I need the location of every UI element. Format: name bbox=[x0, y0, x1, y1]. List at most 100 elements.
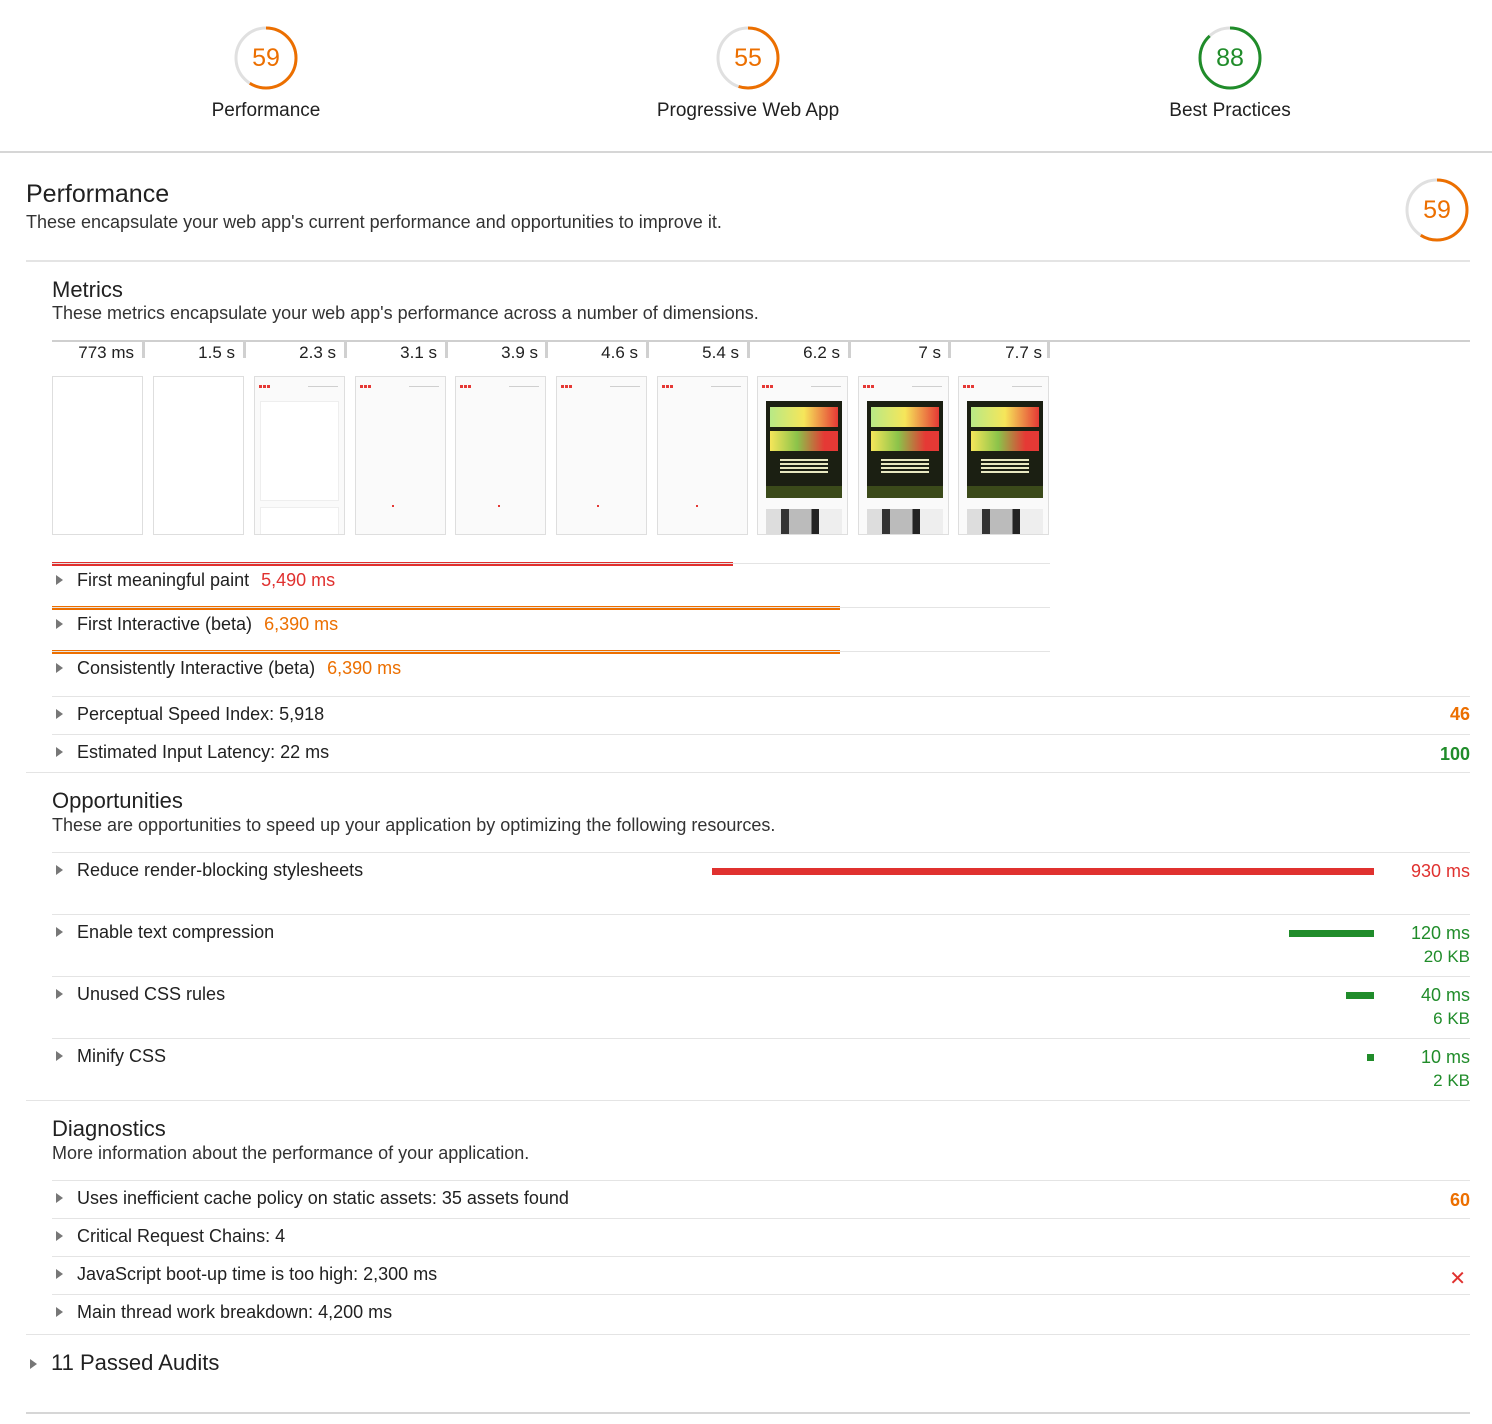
category-title: Performance bbox=[26, 180, 170, 208]
diagnostics-description: More information about the performance o… bbox=[52, 1143, 530, 1163]
divider bbox=[52, 1218, 1470, 1219]
score-gauge: 88 bbox=[1198, 26, 1262, 90]
metric-value: 5,490 ms bbox=[261, 570, 336, 590]
metrics-description: These metrics encapsulate your web app's… bbox=[52, 303, 759, 323]
divider bbox=[52, 914, 1470, 915]
score-label: Progressive Web App bbox=[656, 100, 840, 121]
opportunities-description: These are opportunities to speed up your… bbox=[52, 815, 776, 835]
filmstrip-frame bbox=[757, 376, 848, 535]
filmstrip-frame bbox=[254, 376, 345, 535]
metric-perceptual-speed-index[interactable]: Perceptual Speed Index: 5,918 bbox=[52, 704, 324, 725]
diagnostic-label: Critical Request Chains: 4 bbox=[77, 1226, 286, 1246]
score-gauge: 55 bbox=[716, 26, 780, 90]
divider bbox=[52, 607, 1050, 608]
opportunity-minify-css[interactable]: Minify CSS bbox=[52, 1046, 166, 1067]
diagnostic-critical-request-chains[interactable]: Critical Request Chains: 4 bbox=[52, 1226, 285, 1247]
divider bbox=[52, 651, 1050, 652]
metric-value: 6,390 ms bbox=[264, 614, 339, 634]
metric-consistently-interactive[interactable]: Consistently Interactive (beta) 6,390 ms bbox=[52, 658, 401, 679]
expand-arrow-icon[interactable] bbox=[56, 709, 63, 719]
metric-value: 6,390 ms bbox=[327, 658, 402, 678]
metric-score: 100 bbox=[1439, 744, 1470, 764]
opportunity-kb: 6 KB bbox=[1433, 1009, 1470, 1028]
expand-arrow-icon[interactable] bbox=[56, 663, 63, 673]
opportunity-render-blocking[interactable]: Reduce render-blocking stylesheets bbox=[52, 860, 363, 881]
frame-time: 6.2 s bbox=[803, 343, 840, 362]
expand-arrow-icon[interactable] bbox=[56, 1231, 63, 1241]
divider bbox=[26, 772, 1470, 773]
frame-time: 1.5 s bbox=[198, 343, 235, 362]
opportunity-label: Unused CSS rules bbox=[77, 984, 226, 1004]
score-label: Performance bbox=[211, 100, 321, 121]
expand-arrow-icon[interactable] bbox=[56, 989, 63, 999]
score-header: 59 Performance 55 Progressive Web App 88… bbox=[0, 0, 1492, 153]
score-best-practices[interactable]: 88 Best Practices bbox=[1080, 26, 1380, 122]
opportunity-ms: 40 ms bbox=[1420, 985, 1470, 1005]
divider bbox=[26, 1334, 1470, 1335]
opportunity-ms: 930 ms bbox=[1410, 861, 1470, 881]
divider bbox=[52, 696, 1470, 697]
score-pwa[interactable]: 55 Progressive Web App bbox=[598, 26, 898, 122]
opportunity-unused-css[interactable]: Unused CSS rules bbox=[52, 984, 225, 1005]
divider bbox=[26, 1412, 1470, 1414]
divider bbox=[52, 1256, 1470, 1257]
passed-audits-toggle[interactable]: 11 Passed Audits bbox=[26, 1350, 219, 1376]
diagnostic-label: JavaScript boot-up time is too high: 2,3… bbox=[77, 1264, 438, 1284]
expand-arrow-icon[interactable] bbox=[56, 865, 63, 875]
category-description: These encapsulate your web app's current… bbox=[26, 212, 722, 232]
divider bbox=[52, 976, 1470, 977]
diagnostic-cache-policy[interactable]: Uses inefficient cache policy on static … bbox=[52, 1188, 569, 1209]
score-label: Best Practices bbox=[1169, 100, 1291, 121]
expand-arrow-icon[interactable] bbox=[56, 619, 63, 629]
divider bbox=[52, 1180, 1470, 1181]
expand-arrow-icon[interactable] bbox=[56, 1193, 63, 1203]
frame-time: 7.7 s bbox=[1005, 343, 1042, 362]
fail-icon: ✕ bbox=[1449, 1268, 1466, 1290]
divider bbox=[52, 1038, 1470, 1039]
expand-arrow-icon[interactable] bbox=[56, 575, 63, 585]
diagnostic-main-thread[interactable]: Main thread work breakdown: 4,200 ms bbox=[52, 1302, 392, 1323]
filmstrip-frame bbox=[556, 376, 647, 535]
metric-first-meaningful-paint[interactable]: First meaningful paint 5,490 ms bbox=[52, 570, 335, 591]
frame-tick bbox=[646, 340, 649, 358]
category-score-value: 59 bbox=[1423, 196, 1451, 224]
opportunity-kb: 2 KB bbox=[1433, 1071, 1470, 1090]
score-performance[interactable]: 59 Performance bbox=[116, 26, 416, 122]
divider bbox=[52, 340, 1470, 342]
expand-arrow-icon[interactable] bbox=[30, 1359, 37, 1369]
expand-arrow-icon[interactable] bbox=[56, 747, 63, 757]
divider bbox=[26, 260, 1470, 262]
score-value: 88 bbox=[1216, 44, 1244, 72]
frame-time: 3.1 s bbox=[400, 343, 437, 362]
metric-label: First meaningful paint bbox=[77, 570, 250, 590]
filmstrip-frame bbox=[153, 376, 244, 535]
expand-arrow-icon[interactable] bbox=[56, 927, 63, 937]
filmstrip-frame bbox=[52, 376, 143, 535]
frame-tick bbox=[848, 340, 851, 358]
score-value: 59 bbox=[252, 44, 280, 72]
opportunity-ms: 120 ms bbox=[1410, 923, 1470, 943]
diagnostic-score: 60 bbox=[1449, 1190, 1470, 1210]
filmstrip-frame bbox=[858, 376, 949, 535]
frame-tick bbox=[1047, 340, 1050, 358]
expand-arrow-icon[interactable] bbox=[56, 1307, 63, 1317]
metric-first-interactive[interactable]: First Interactive (beta) 6,390 ms bbox=[52, 614, 338, 635]
divider bbox=[52, 734, 1470, 735]
diagnostic-js-bootup[interactable]: JavaScript boot-up time is too high: 2,3… bbox=[52, 1264, 437, 1285]
expand-arrow-icon[interactable] bbox=[56, 1269, 63, 1279]
opportunity-text-compression[interactable]: Enable text compression bbox=[52, 922, 274, 943]
metric-estimated-input-latency[interactable]: Estimated Input Latency: 22 ms bbox=[52, 742, 329, 763]
opportunity-savings-bar bbox=[1289, 930, 1374, 937]
filmstrip-frame bbox=[355, 376, 446, 535]
opportunity-savings-bar bbox=[712, 868, 1374, 875]
diagnostic-label: Uses inefficient cache policy on static … bbox=[77, 1188, 569, 1208]
frame-tick bbox=[344, 340, 347, 358]
metric-label: Estimated Input Latency: 22 ms bbox=[77, 742, 330, 762]
divider bbox=[52, 563, 1050, 564]
frame-time: 3.9 s bbox=[501, 343, 538, 362]
expand-arrow-icon[interactable] bbox=[56, 1051, 63, 1061]
score-value: 55 bbox=[734, 44, 762, 72]
divider bbox=[52, 852, 1470, 853]
frame-time: 5.4 s bbox=[702, 343, 739, 362]
opportunity-label: Minify CSS bbox=[77, 1046, 167, 1066]
